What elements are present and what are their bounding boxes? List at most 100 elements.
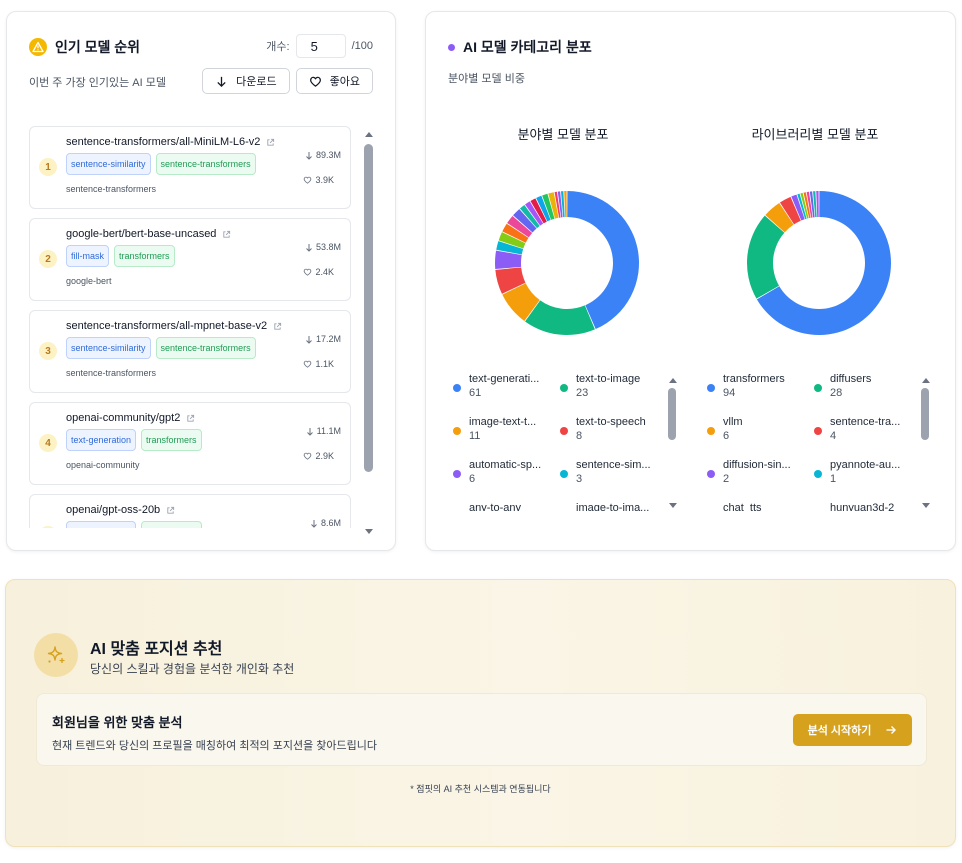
- legend-label: text-generati...: [469, 373, 540, 385]
- legend-item[interactable]: diffusion-sin... 2: [707, 459, 814, 489]
- donut-slice[interactable]: [564, 191, 567, 218]
- model-card[interactable]: 1 sentence-transformers/all-MiniLM-L6-v2…: [29, 126, 351, 209]
- external-link-icon[interactable]: [166, 506, 175, 515]
- legend-label: chat_tts: [723, 502, 762, 511]
- external-link-icon[interactable]: [222, 230, 231, 239]
- heart-icon: [304, 452, 312, 460]
- field-legend[interactable]: text-generati... 61 text-to-image 23 ima…: [453, 367, 675, 511]
- library-legend[interactable]: transformers 94 diffusers 28 vllm 6 sent…: [707, 367, 929, 511]
- model-tag[interactable]: sentence-similarity: [66, 153, 151, 175]
- model-tag[interactable]: sentence-transformers: [155, 153, 256, 175]
- download-value: 11.1M: [316, 426, 341, 436]
- sort-downloads-button[interactable]: 다운로드: [202, 68, 290, 94]
- arrow-down-icon: [311, 519, 317, 528]
- like-label: 좋아요: [329, 76, 360, 88]
- model-tag[interactable]: fill-mask: [66, 245, 109, 267]
- legend-item[interactable]: pyannote-au... 1: [814, 459, 921, 489]
- legend-label: sentence-tra...: [830, 416, 901, 428]
- legend-item[interactable]: chat_tts 1: [707, 502, 814, 511]
- legend-item[interactable]: image-text-t... 11: [453, 416, 560, 446]
- scroll-down-arrow[interactable]: [669, 503, 677, 508]
- scroll-thumb[interactable]: [668, 388, 676, 440]
- model-name-row[interactable]: google-bert/bert-base-uncased: [66, 228, 231, 240]
- rank-badge: 2: [39, 250, 57, 268]
- legend-item[interactable]: image-to-ima... 3: [560, 502, 667, 511]
- legend-value: 3: [576, 473, 583, 485]
- model-name-row[interactable]: sentence-transformers/all-mpnet-base-v2: [66, 320, 282, 332]
- bullet-dot-icon: [448, 43, 455, 51]
- model-name-row[interactable]: openai/gpt-oss-20b: [66, 504, 175, 516]
- model-name-row[interactable]: sentence-transformers/all-MiniLM-L6-v2: [66, 136, 275, 148]
- legend-color-dot: [814, 384, 822, 392]
- legend-label: any-to-any: [469, 502, 521, 511]
- scroll-thumb[interactable]: [364, 144, 373, 472]
- model-tag[interactable]: text-generation: [66, 521, 137, 528]
- model-tag[interactable]: text-generation: [66, 429, 137, 451]
- model-tag[interactable]: sentence-transformers: [155, 337, 256, 359]
- legend-value: 28: [830, 387, 843, 399]
- model-list-scrollbar[interactable]: [363, 128, 375, 540]
- recommend-footnote: * 점핏의 AI 추천 시스템과 연동됩니다: [410, 784, 551, 794]
- model-tag[interactable]: transformers: [141, 429, 202, 451]
- scroll-down-arrow[interactable]: [365, 529, 373, 534]
- legend-item[interactable]: diffusers 28: [814, 373, 921, 403]
- download-value: 53.8M: [315, 242, 341, 252]
- start-analysis-label: 분석 시작하기: [807, 725, 872, 737]
- legend-item[interactable]: automatic-sp... 6: [453, 459, 560, 489]
- model-tag[interactable]: sentence-similarity: [66, 337, 151, 359]
- model-list[interactable]: 1 sentence-transformers/all-MiniLM-L6-v2…: [29, 126, 353, 528]
- count-max: /100: [351, 40, 373, 52]
- download-count: 17.2M: [305, 334, 341, 344]
- model-card[interactable]: 5 openai/gpt-oss-20b text-generation tran…: [29, 494, 351, 528]
- model-card[interactable]: 2 google-bert/bert-base-uncased fill-mas…: [29, 218, 351, 301]
- popular-models-title: 인기 모델 순위: [55, 39, 141, 55]
- model-name[interactable]: sentence-transformers/all-mpnet-base-v2: [66, 320, 267, 332]
- model-tag[interactable]: transformers: [141, 521, 202, 528]
- legend-item[interactable]: vllm 6: [707, 416, 814, 446]
- legend-item[interactable]: sentence-tra... 4: [814, 416, 921, 446]
- download-value: 8.6M: [320, 518, 341, 528]
- model-name[interactable]: google-bert/bert-base-uncased: [66, 228, 216, 240]
- legend-item[interactable]: transformers 94: [707, 373, 814, 403]
- legend-value: 94: [723, 387, 736, 399]
- legend-value: 23: [576, 387, 589, 399]
- external-link-icon[interactable]: [266, 138, 275, 147]
- like-value: 1.1K: [315, 359, 334, 369]
- model-name[interactable]: openai/gpt-oss-20b: [66, 504, 160, 516]
- legend-item[interactable]: hunyuan3d-2 1: [814, 502, 921, 511]
- scroll-up-arrow[interactable]: [365, 132, 373, 137]
- legend-item[interactable]: text-generati... 61: [453, 373, 560, 403]
- field-legend-scrollbar[interactable]: [667, 374, 677, 508]
- external-link-icon[interactable]: [273, 322, 282, 331]
- model-tag[interactable]: transformers: [114, 245, 175, 267]
- model-card[interactable]: 3 sentence-transformers/all-mpnet-base-v…: [29, 310, 351, 393]
- model-name-row[interactable]: openai-community/gpt2: [66, 412, 195, 424]
- library-legend-scrollbar[interactable]: [920, 374, 930, 508]
- download-value: 89.3M: [315, 150, 341, 160]
- legend-item[interactable]: text-to-speech 8: [560, 416, 667, 446]
- legend-value: 11: [469, 430, 481, 442]
- legend-value: 1: [830, 473, 837, 485]
- count-input[interactable]: [295, 34, 346, 58]
- start-analysis-button[interactable]: 분석 시작하기: [793, 714, 912, 746]
- legend-label: image-text-t...: [469, 416, 537, 428]
- model-author: sentence-transformers: [66, 184, 157, 194]
- scroll-down-arrow[interactable]: [922, 503, 930, 508]
- legend-value: 2: [723, 473, 730, 485]
- model-name[interactable]: openai-community/gpt2: [66, 412, 180, 424]
- scroll-thumb[interactable]: [921, 388, 929, 440]
- model-card[interactable]: 4 openai-community/gpt2 text-generation t…: [29, 402, 351, 485]
- rank-badge: 1: [39, 158, 57, 176]
- legend-color-dot: [707, 384, 715, 392]
- legend-item[interactable]: text-to-image 23: [560, 373, 667, 403]
- scroll-up-arrow[interactable]: [669, 378, 677, 383]
- external-link-icon[interactable]: [186, 414, 195, 423]
- donut-slice[interactable]: [747, 215, 785, 299]
- scroll-up-arrow[interactable]: [922, 378, 930, 383]
- legend-item[interactable]: any-to-any 3: [453, 502, 560, 511]
- donut-slice[interactable]: [816, 191, 819, 218]
- sort-likes-button[interactable]: 좋아요: [295, 68, 373, 94]
- legend-item[interactable]: sentence-sim... 3: [560, 459, 667, 489]
- legend-label: vllm: [723, 416, 743, 428]
- model-name[interactable]: sentence-transformers/all-MiniLM-L6-v2: [66, 136, 260, 148]
